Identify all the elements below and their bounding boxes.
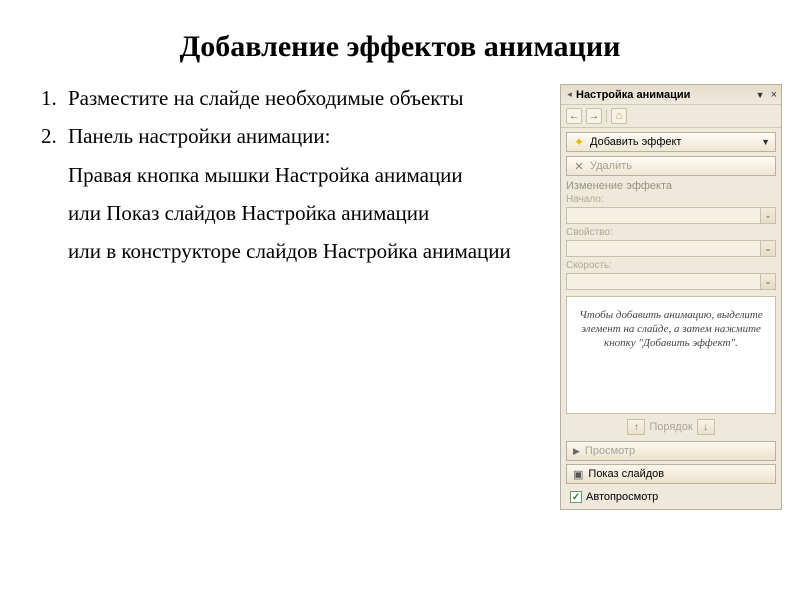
checkbox-checked-icon[interactable]: ✓ <box>570 491 582 503</box>
animation-task-pane: ◂ Настройка анимации ▼ × ← → ⌂ ✦ Добавит… <box>560 84 782 510</box>
add-effect-button[interactable]: ✦ Добавить эффект ▼ <box>566 132 776 152</box>
reorder-label: Порядок <box>649 421 692 433</box>
panel-column: ◂ Настройка анимации ▼ × ← → ⌂ ✦ Добавит… <box>560 84 782 510</box>
remove-label: Удалить <box>590 160 632 172</box>
chevron-down-icon: ⌄ <box>760 208 775 223</box>
start-dropdown[interactable]: ⌄ <box>566 207 776 224</box>
content-area: Разместите на слайде необходимые объекты… <box>0 84 800 510</box>
section-modify-label: Изменение эффекта <box>566 180 776 192</box>
slide-title: Добавление эффектов анимации <box>0 0 800 84</box>
nav-back-icon[interactable]: ← <box>566 108 582 124</box>
field-speed-label: Скорость: <box>566 260 776 271</box>
paragraph-1: Правая кнопка мышки Настройка анимации <box>68 161 552 189</box>
slideshow-icon: ▣ <box>573 468 583 481</box>
chevron-down-icon: ▼ <box>761 137 770 147</box>
paragraph-2: или Показ слайдов Настройка анимации <box>68 199 552 227</box>
pane-menu-caret-icon[interactable]: ▼ <box>756 90 765 100</box>
field-property-label: Свойство: <box>566 227 776 238</box>
field-property: Свойство: ⌄ <box>566 227 776 257</box>
pane-body: ✦ Добавить эффект ▼ ✕ Удалить Изменение … <box>561 128 781 509</box>
nav-separator <box>606 109 607 123</box>
list-item-1: Разместите на слайде необходимые объекты <box>62 84 552 112</box>
remove-button[interactable]: ✕ Удалить <box>566 156 776 176</box>
list-item-2: Панель настройки анимации: <box>62 122 552 150</box>
home-icon[interactable]: ⌂ <box>611 108 627 124</box>
x-icon: ✕ <box>572 160 586 173</box>
close-icon[interactable]: × <box>771 89 777 101</box>
field-speed: Скорость: ⌄ <box>566 260 776 290</box>
reorder-row: ↑ Порядок ↓ <box>566 419 776 435</box>
play-icon: ▶ <box>573 446 580 457</box>
autopreview-row[interactable]: ✓ Автопросмотр <box>566 491 776 503</box>
text-column: Разместите на слайде необходимые объекты… <box>38 84 552 510</box>
pane-header: ◂ Настройка анимации ▼ × <box>561 85 781 105</box>
move-down-button[interactable]: ↓ <box>697 419 715 435</box>
hint-box: Чтобы добавить анимацию, выделите элемен… <box>566 296 776 414</box>
chevron-down-icon: ⌄ <box>760 241 775 256</box>
property-dropdown[interactable]: ⌄ <box>566 240 776 257</box>
field-start: Начало: ⌄ <box>566 194 776 224</box>
speed-dropdown[interactable]: ⌄ <box>566 273 776 290</box>
pane-title: Настройка анимации <box>576 89 756 101</box>
slideshow-button[interactable]: ▣ Показ слайдов <box>566 464 776 484</box>
paragraph-3: или в конструкторе слайдов Настройка ани… <box>68 237 552 265</box>
footer-buttons: ▶ Просмотр ▣ Показ слайдов <box>566 441 776 484</box>
move-up-button[interactable]: ↑ <box>627 419 645 435</box>
slideshow-label: Показ слайдов <box>588 468 664 480</box>
preview-button[interactable]: ▶ Просмотр <box>566 441 776 461</box>
autopreview-label: Автопросмотр <box>586 491 658 503</box>
pane-nav: ← → ⌂ <box>561 105 781 128</box>
star-icon: ✦ <box>572 135 586 149</box>
preview-label: Просмотр <box>585 445 635 457</box>
field-start-label: Начало: <box>566 194 776 205</box>
nav-forward-icon[interactable]: → <box>586 108 602 124</box>
chevron-down-icon: ⌄ <box>760 274 775 289</box>
add-effect-label: Добавить эффект <box>590 136 681 148</box>
chevron-left-icon: ◂ <box>565 90 574 99</box>
